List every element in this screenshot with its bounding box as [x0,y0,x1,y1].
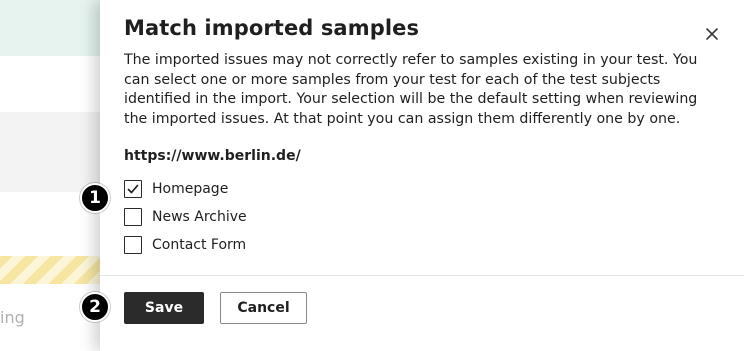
sample-option-homepage[interactable]: Homepage [124,179,247,199]
sample-option-contact-form[interactable]: Contact Form [124,235,247,255]
dialog-footer-divider [100,275,744,276]
close-button[interactable] [702,24,722,44]
match-samples-drawer: Match imported samples The imported issu… [100,0,744,351]
sample-label: Homepage [152,181,229,197]
annotation-marker-1: 1 [80,183,110,213]
annotation-marker-2: 2 [80,292,110,322]
sample-label: Contact Form [152,237,247,253]
checkmark-icon [127,184,139,194]
sample-option-news-archive[interactable]: News Archive [124,207,247,227]
checkbox-checked[interactable] [124,180,142,198]
dialog-title: Match imported samples [124,16,420,40]
checkbox-unchecked[interactable] [124,236,142,254]
dialog-description: The imported issues may not correctly re… [124,52,698,127]
cancel-button[interactable]: Cancel [220,292,307,324]
checkbox-unchecked[interactable] [124,208,142,226]
sample-checkbox-list: Homepage News Archive Contact Form [124,179,247,263]
test-subject-url: https://www.berlin.de/ [124,148,301,164]
close-icon [706,28,718,40]
sample-label: News Archive [152,209,247,225]
save-button[interactable]: Save [124,292,204,324]
